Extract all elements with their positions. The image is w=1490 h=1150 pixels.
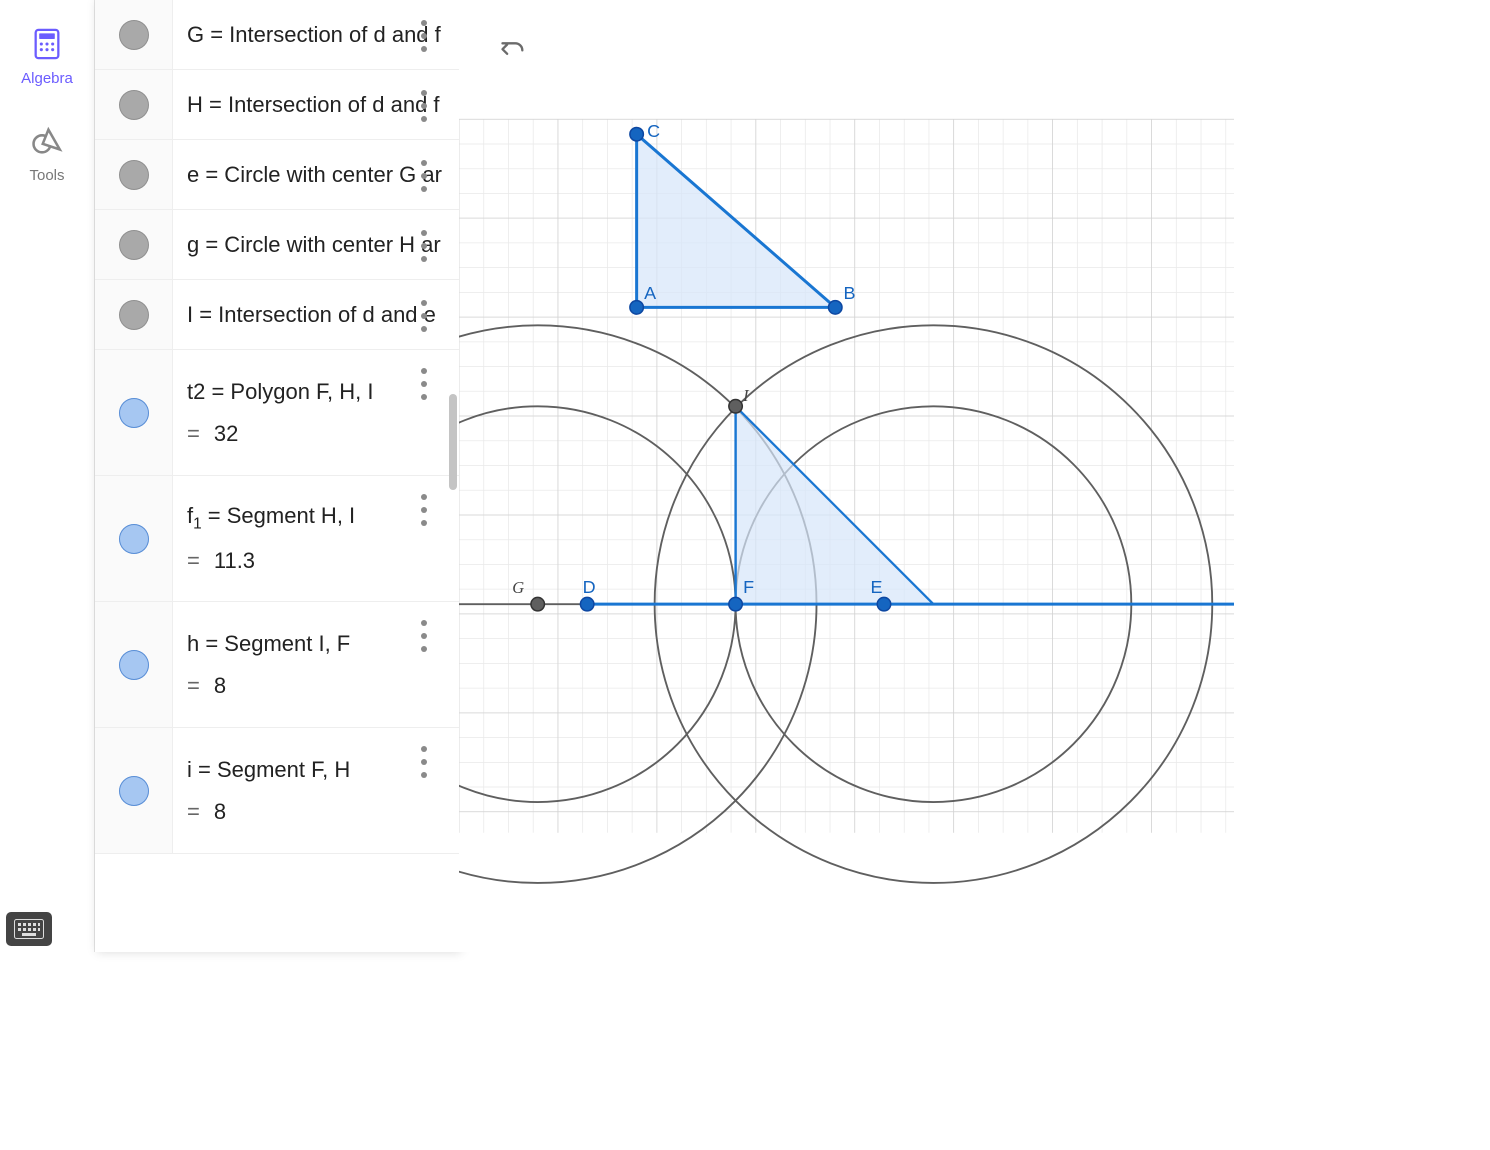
circle-filled-gray-icon bbox=[119, 300, 149, 330]
row-menu-button[interactable] bbox=[413, 20, 435, 52]
point-label: G bbox=[512, 578, 524, 597]
equals-sign: = bbox=[187, 545, 200, 577]
circle-filled-blue-icon bbox=[119, 398, 149, 428]
undo-button[interactable] bbox=[499, 34, 543, 78]
nav-algebra[interactable]: Algebra bbox=[21, 22, 73, 87]
circle-filled-gray-icon bbox=[119, 160, 149, 190]
algebra-row[interactable]: g = Circle with center H ar bbox=[95, 210, 459, 280]
expression-text: I = Intersection of d and e bbox=[187, 299, 436, 331]
visibility-toggle[interactable] bbox=[95, 602, 173, 727]
algebra-row[interactable]: t2 = Polygon F, H, I = 32 bbox=[95, 350, 459, 476]
point-label: A bbox=[644, 283, 656, 303]
point-label: E bbox=[870, 577, 882, 597]
circle-filled-blue-icon bbox=[119, 776, 149, 806]
row-menu-button[interactable] bbox=[413, 494, 435, 526]
calculator-icon bbox=[25, 22, 69, 66]
point-G[interactable]: G bbox=[512, 578, 544, 611]
point-label: B bbox=[844, 283, 856, 303]
algebra-row[interactable]: i = Segment F, H = 8 bbox=[95, 728, 459, 854]
visibility-toggle[interactable] bbox=[95, 476, 173, 601]
row-menu-button[interactable] bbox=[413, 90, 435, 122]
expression-value: 11.3 bbox=[214, 545, 255, 577]
expression-text: t2 = Polygon F, H, I bbox=[187, 376, 373, 408]
polygon-t2[interactable] bbox=[736, 406, 934, 604]
row-menu-button[interactable] bbox=[413, 300, 435, 332]
circle-filled-blue-icon bbox=[119, 524, 149, 554]
point-label: F bbox=[743, 577, 754, 597]
visibility-toggle[interactable] bbox=[95, 350, 173, 475]
row-menu-button[interactable] bbox=[413, 230, 435, 262]
point-B[interactable]: B bbox=[829, 283, 856, 314]
graphics-canvas[interactable]: G I A B C D E F bbox=[459, 0, 1234, 952]
row-menu-button[interactable] bbox=[413, 368, 435, 400]
expression-text: H = Intersection of d and f bbox=[187, 89, 440, 121]
expression-text: i = Segment F, H bbox=[187, 754, 350, 786]
point-C[interactable]: C bbox=[630, 121, 660, 141]
visibility-toggle[interactable] bbox=[95, 210, 173, 279]
point-I[interactable]: I bbox=[729, 386, 750, 413]
expression-value: 8 bbox=[214, 796, 226, 828]
circle-filled-gray-icon bbox=[119, 90, 149, 120]
expression-text: g = Circle with center H ar bbox=[187, 229, 441, 261]
algebra-row[interactable]: h = Segment I, F = 8 bbox=[95, 602, 459, 728]
keyboard-icon bbox=[14, 919, 44, 939]
visibility-toggle[interactable] bbox=[95, 0, 173, 69]
circle-filled-gray-icon bbox=[119, 230, 149, 260]
virtual-keyboard-button[interactable] bbox=[6, 912, 52, 946]
expression-text: e = Circle with center G ar bbox=[187, 159, 442, 191]
circle-filled-gray-icon bbox=[119, 20, 149, 50]
algebra-row[interactable]: I = Intersection of d and e bbox=[95, 280, 459, 350]
undo-icon bbox=[499, 34, 527, 62]
shapes-icon bbox=[25, 119, 69, 163]
visibility-toggle[interactable] bbox=[95, 70, 173, 139]
point-label: C bbox=[647, 121, 660, 141]
expression-value: 8 bbox=[214, 670, 226, 702]
algebra-row[interactable]: e = Circle with center G ar bbox=[95, 140, 459, 210]
expression-text: f1 = Segment H, I bbox=[187, 500, 355, 536]
point-D[interactable]: D bbox=[580, 577, 595, 611]
expression-text: G = Intersection of d and f bbox=[187, 19, 441, 51]
row-menu-button[interactable] bbox=[413, 620, 435, 652]
scrollbar-thumb[interactable] bbox=[449, 394, 457, 490]
visibility-toggle[interactable] bbox=[95, 140, 173, 209]
left-nav: Algebra Tools bbox=[0, 0, 95, 952]
grid bbox=[459, 119, 1234, 833]
graphics-view[interactable]: G I A B C D E F bbox=[459, 0, 1234, 952]
nav-algebra-label: Algebra bbox=[21, 70, 73, 87]
row-menu-button[interactable] bbox=[413, 160, 435, 192]
equals-sign: = bbox=[187, 418, 200, 450]
visibility-toggle[interactable] bbox=[95, 280, 173, 349]
algebra-row[interactable]: f1 = Segment H, I = 11.3 bbox=[95, 476, 459, 602]
equals-sign: = bbox=[187, 670, 200, 702]
expression-value: 32 bbox=[214, 418, 238, 450]
nav-tools[interactable]: Tools bbox=[25, 119, 69, 184]
row-menu-button[interactable] bbox=[413, 746, 435, 778]
algebra-panel: G = Intersection of d and f H = Intersect… bbox=[95, 0, 459, 952]
algebra-row[interactable]: H = Intersection of d and f bbox=[95, 70, 459, 140]
visibility-toggle[interactable] bbox=[95, 728, 173, 853]
equals-sign: = bbox=[187, 796, 200, 828]
circle-filled-blue-icon bbox=[119, 650, 149, 680]
point-label: D bbox=[583, 577, 596, 597]
expression-text: h = Segment I, F bbox=[187, 628, 350, 660]
algebra-row[interactable]: G = Intersection of d and f bbox=[95, 0, 459, 70]
nav-tools-label: Tools bbox=[29, 167, 64, 184]
